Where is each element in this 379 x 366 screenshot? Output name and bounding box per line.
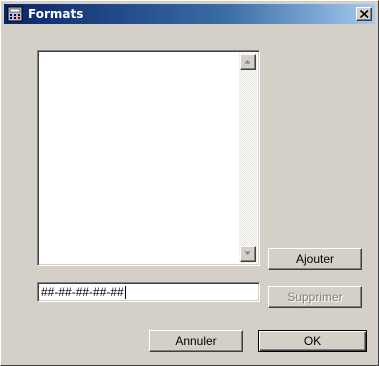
scroll-down-button[interactable]: [240, 246, 256, 262]
delete-button-label: Supprimer: [287, 290, 343, 304]
title-bar[interactable]: Formats: [4, 4, 375, 24]
formats-list[interactable]: [37, 50, 260, 266]
arrow-up-icon: [244, 60, 251, 64]
format-input[interactable]: ##-##-##-##-##: [37, 282, 260, 302]
close-icon: [360, 10, 369, 18]
arrow-down-icon: [244, 251, 251, 255]
window-title: Formats: [28, 7, 84, 21]
ok-button[interactable]: OK: [258, 330, 367, 352]
add-button-label: Ajouter: [295, 252, 335, 266]
formats-dialog: Formats Ajouter ##-##-##-##-## Supprimer…: [0, 0, 379, 366]
text-caret: [124, 286, 126, 300]
close-button[interactable]: [356, 7, 372, 21]
cancel-button-label: Annuler: [175, 334, 217, 348]
delete-button[interactable]: Supprimer: [268, 286, 362, 308]
calculator-icon: [7, 6, 23, 22]
add-button[interactable]: Ajouter: [268, 248, 362, 270]
format-input-value: ##-##-##-##-##: [41, 285, 124, 299]
scroll-up-button[interactable]: [240, 54, 256, 70]
cancel-button[interactable]: Annuler: [149, 330, 243, 352]
list-scrollbar[interactable]: [239, 53, 257, 263]
ok-button-label: OK: [303, 334, 322, 348]
